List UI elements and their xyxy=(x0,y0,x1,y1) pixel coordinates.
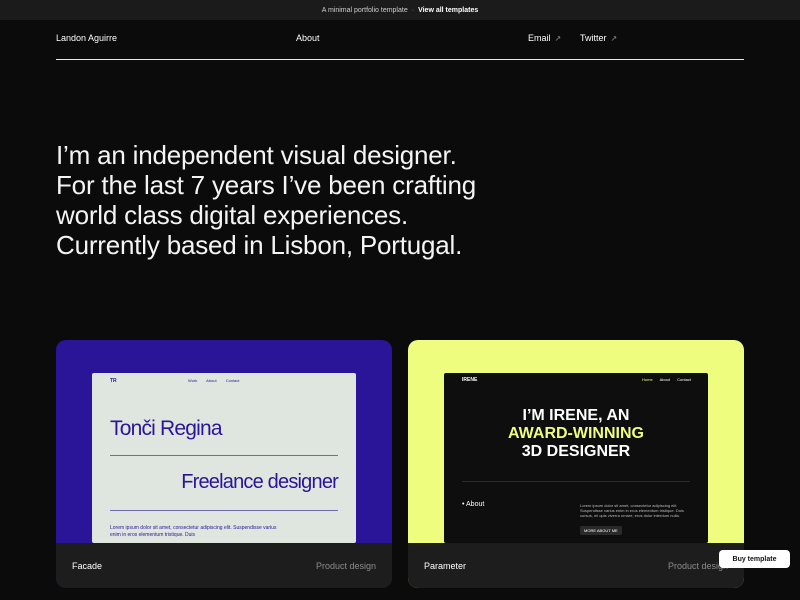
nav-divider xyxy=(56,59,744,60)
preview-logo: IRENE xyxy=(462,377,478,383)
nav-about-link[interactable]: About xyxy=(296,33,320,43)
hero-line: world class digital experiences. xyxy=(56,200,408,230)
preview-text: Lorem ipsum dolor sit amet, consectetur … xyxy=(580,503,684,518)
external-link-icon: ↗ xyxy=(554,34,562,43)
project-card-footer: Parameter Product design xyxy=(408,543,744,588)
project-preview: TR Work About Contact Tonči Regina Freel… xyxy=(92,373,356,543)
external-link-icon: ↗ xyxy=(610,34,618,43)
email-label: Email xyxy=(528,33,551,43)
preview-headline: I’M IRENE, AN AWARD-WINNING 3D DESIGNER xyxy=(444,407,708,461)
preview-divider xyxy=(110,455,338,456)
preview-nav-item: Home xyxy=(642,377,653,382)
preview-divider xyxy=(110,510,338,511)
preview-nav-item: Contact xyxy=(225,378,240,383)
site-name-link[interactable]: Landon Aguirre xyxy=(56,33,117,43)
project-category: Product design xyxy=(315,560,376,571)
twitter-label: Twitter xyxy=(580,33,607,43)
preview-nav: Home About Contact xyxy=(642,377,697,382)
preview-section-title: • About xyxy=(462,501,485,508)
nav-twitter-link[interactable]: Twitter ↗ xyxy=(580,33,617,43)
main-nav: Landon Aguirre About Email ↗ Twitter ↗ xyxy=(56,33,744,47)
nav-email-link[interactable]: Email ↗ xyxy=(528,33,561,43)
project-card-parameter[interactable]: IRENE Home About Contact I’M IRENE, AN A… xyxy=(408,340,744,588)
announcement-text: A minimal portfolio template xyxy=(321,6,408,14)
buy-template-button[interactable]: Buy template xyxy=(719,550,790,568)
hero-intro: I’m an independent visual designer. For … xyxy=(56,140,576,260)
preview-headline-highlight: AWARD-WINNING xyxy=(508,425,644,442)
preview-role: Freelance designer xyxy=(181,471,339,493)
preview-headline-line: I’M IRENE, AN xyxy=(522,407,630,424)
preview-logo: TR xyxy=(110,378,117,384)
project-title: Parameter xyxy=(424,560,467,571)
announcement-bar: A minimal portfolio template · View all … xyxy=(0,0,800,20)
hero-line: I’m an independent visual designer. xyxy=(56,140,457,170)
preview-nav: Work About Contact xyxy=(188,378,248,383)
preview-section-label: About xyxy=(466,501,485,508)
hero-line: For the last 7 years I’ve been crafting xyxy=(56,170,476,200)
view-all-templates-link[interactable]: View all templates xyxy=(418,7,478,14)
preview-nav-item: About xyxy=(659,377,671,382)
project-card-facade[interactable]: TR Work About Contact Tonči Regina Freel… xyxy=(56,340,392,588)
preview-button: MORE ABOUT ME xyxy=(580,526,622,535)
preview-nav-item: Work xyxy=(188,378,198,383)
hero-line: Currently based in Lisbon, Portugal. xyxy=(56,230,463,260)
project-title: Facade xyxy=(72,560,103,571)
preview-headline-line: 3D DESIGNER xyxy=(521,443,631,460)
project-preview: IRENE Home About Contact I’M IRENE, AN A… xyxy=(444,373,708,543)
preview-divider xyxy=(462,481,690,482)
preview-name: Tonči Regina xyxy=(110,417,223,440)
preview-body: Lorem ipsum dolor sit amet, consectetur … xyxy=(110,525,277,538)
project-card-footer: Facade Product design xyxy=(56,543,392,588)
preview-nav-item: Contact xyxy=(677,377,691,382)
separator: · xyxy=(411,6,415,14)
preview-nav-item: About xyxy=(206,378,217,383)
